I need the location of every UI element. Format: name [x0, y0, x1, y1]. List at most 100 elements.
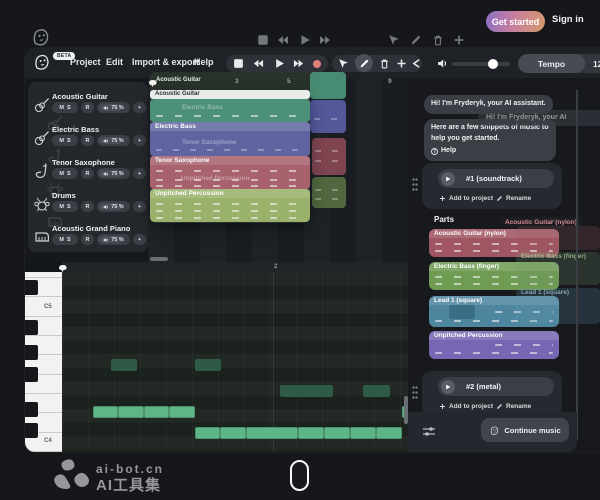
- add-to-project-button[interactable]: Add to project: [439, 195, 493, 202]
- track-volume-pill[interactable]: 75 %: [97, 135, 130, 146]
- panel-scrollbar[interactable]: [576, 90, 578, 440]
- parts-header: Parts: [434, 215, 454, 224]
- part-chip-label: Lead 1 (square): [434, 297, 482, 304]
- piano-roll-grid[interactable]: [62, 272, 412, 452]
- midi-note[interactable]: [363, 385, 390, 397]
- fast-forward-icon: [319, 34, 331, 46]
- midi-note[interactable]: [195, 427, 220, 439]
- track-volume-pill[interactable]: 75 %: [97, 201, 130, 212]
- black-key[interactable]: [25, 345, 38, 360]
- black-key[interactable]: [25, 280, 38, 295]
- snippet-card-1[interactable]: #1 (soundtrack) Add to project Rename: [422, 163, 562, 209]
- tempo-chip[interactable]: Tempo 120 BPM: [518, 54, 600, 73]
- snippet-play-button[interactable]: [441, 172, 455, 186]
- record-arm-button[interactable]: R: [81, 168, 94, 179]
- track-options-button[interactable]: +: [133, 102, 146, 113]
- track-name: Tenor Saxophone: [52, 158, 115, 167]
- track-options-button[interactable]: +: [133, 135, 146, 146]
- black-key[interactable]: [25, 320, 38, 335]
- pencil-icon: [410, 34, 422, 46]
- volume-icon[interactable]: [437, 58, 448, 69]
- record-arm-button[interactable]: R: [81, 135, 94, 146]
- black-key[interactable]: [25, 367, 38, 382]
- mute-solo-buttons[interactable]: MS: [52, 135, 78, 146]
- menu-edit[interactable]: Edit: [106, 57, 123, 67]
- midi-note[interactable]: [93, 406, 118, 418]
- rename-button[interactable]: Rename: [496, 195, 531, 202]
- record-arm-button[interactable]: R: [81, 234, 94, 245]
- midi-note[interactable]: [350, 427, 376, 439]
- black-key[interactable]: [25, 423, 38, 438]
- stop-button[interactable]: [233, 58, 244, 69]
- clip-fragment[interactable]: [310, 72, 346, 99]
- fast-forward-button[interactable]: [293, 58, 304, 69]
- track-options-button[interactable]: +: [133, 234, 146, 245]
- record-arm-button[interactable]: R: [81, 102, 94, 113]
- black-key[interactable]: [25, 402, 38, 417]
- play-icon: [299, 34, 311, 46]
- midi-note[interactable]: [324, 427, 350, 439]
- sign-in-button[interactable]: Sign in: [552, 14, 584, 25]
- piano-keyboard[interactable]: C5 C4: [25, 272, 62, 452]
- clip-fragment[interactable]: [312, 138, 346, 175]
- app-logo-icon[interactable]: [32, 52, 52, 72]
- mute-solo-buttons[interactable]: MS: [52, 234, 78, 245]
- horizontal-scrollbar[interactable]: [150, 257, 168, 261]
- record-arm-button[interactable]: R: [81, 201, 94, 212]
- piano-roll-ruler[interactable]: 2: [62, 262, 412, 272]
- snippet-play-pill[interactable]: #2 (metal): [438, 377, 554, 396]
- midi-note[interactable]: [195, 359, 221, 371]
- drums-icon: [33, 195, 51, 213]
- pencil-tool-button[interactable]: [359, 58, 370, 69]
- track-options-button[interactable]: +: [133, 201, 146, 212]
- menu-import-export[interactable]: Import & export: [132, 57, 199, 67]
- snippet-play-pill[interactable]: #1 (soundtrack): [438, 169, 554, 188]
- snippet-card-2[interactable]: #2 (metal) Add to project Rename: [422, 371, 562, 417]
- menu-help[interactable]: Help: [194, 57, 214, 67]
- mute-solo-buttons[interactable]: MS: [52, 102, 78, 113]
- volume-slider[interactable]: [452, 62, 510, 66]
- clip-fragment[interactable]: [310, 100, 346, 133]
- midi-note[interactable]: [118, 406, 144, 418]
- add-to-project-button[interactable]: Add to project: [439, 403, 493, 410]
- trash-button[interactable]: [379, 58, 390, 69]
- drag-handle-icon[interactable]: [412, 386, 418, 399]
- snippet-play-button[interactable]: [441, 380, 455, 394]
- mute-solo-buttons[interactable]: MS: [52, 168, 78, 179]
- menu-project[interactable]: Project: [70, 57, 101, 67]
- track-name: Acoustic Guitar: [52, 92, 108, 101]
- pointer-tool-button[interactable]: [338, 58, 349, 69]
- drag-handle-icon[interactable]: [412, 178, 418, 191]
- intro-line: help you get started.: [431, 134, 549, 145]
- midi-note[interactable]: [298, 427, 324, 439]
- midi-note[interactable]: [280, 385, 333, 397]
- track-row[interactable]: Acoustic Grand Piano MS R 75 % +: [28, 222, 148, 255]
- ruler-number: 9: [388, 78, 392, 85]
- rewind-button[interactable]: [253, 58, 264, 69]
- clip-fragment[interactable]: [312, 177, 346, 208]
- track-volume-pill[interactable]: 75 %: [97, 102, 130, 113]
- play-button[interactable]: [274, 58, 285, 69]
- midi-note[interactable]: [169, 406, 195, 418]
- mute-solo-buttons[interactable]: MS: [52, 201, 78, 212]
- get-started-button[interactable]: Get started: [486, 11, 545, 32]
- midi-note[interactable]: [144, 406, 169, 418]
- help-link[interactable]: ? Help: [431, 146, 549, 157]
- settings-sliders-icon[interactable]: [422, 425, 436, 438]
- midi-note[interactable]: [220, 427, 246, 439]
- arrangement-area[interactable]: Acoustic Guitar 3 5 7 9 Electric Bass El…: [148, 78, 408, 262]
- record-button[interactable]: [313, 60, 321, 68]
- continue-music-button[interactable]: Continue music: [481, 418, 569, 442]
- midi-note[interactable]: [246, 427, 298, 439]
- midi-note[interactable]: [376, 427, 402, 439]
- track-volume-pill[interactable]: 75 %: [97, 234, 130, 245]
- back-chevron-button[interactable]: [411, 58, 422, 69]
- part-chip-unpitched-percussion[interactable]: Unpitched Percussion: [429, 331, 559, 359]
- add-button[interactable]: [396, 58, 407, 69]
- track-volume-pill[interactable]: 75 %: [97, 168, 130, 179]
- track-options-button[interactable]: +: [133, 168, 146, 179]
- volume-slider-knob[interactable]: [488, 59, 498, 69]
- rename-button[interactable]: Rename: [496, 403, 531, 410]
- midi-note[interactable]: [111, 359, 137, 371]
- tempo-value[interactable]: 120 BPM: [593, 59, 600, 69]
